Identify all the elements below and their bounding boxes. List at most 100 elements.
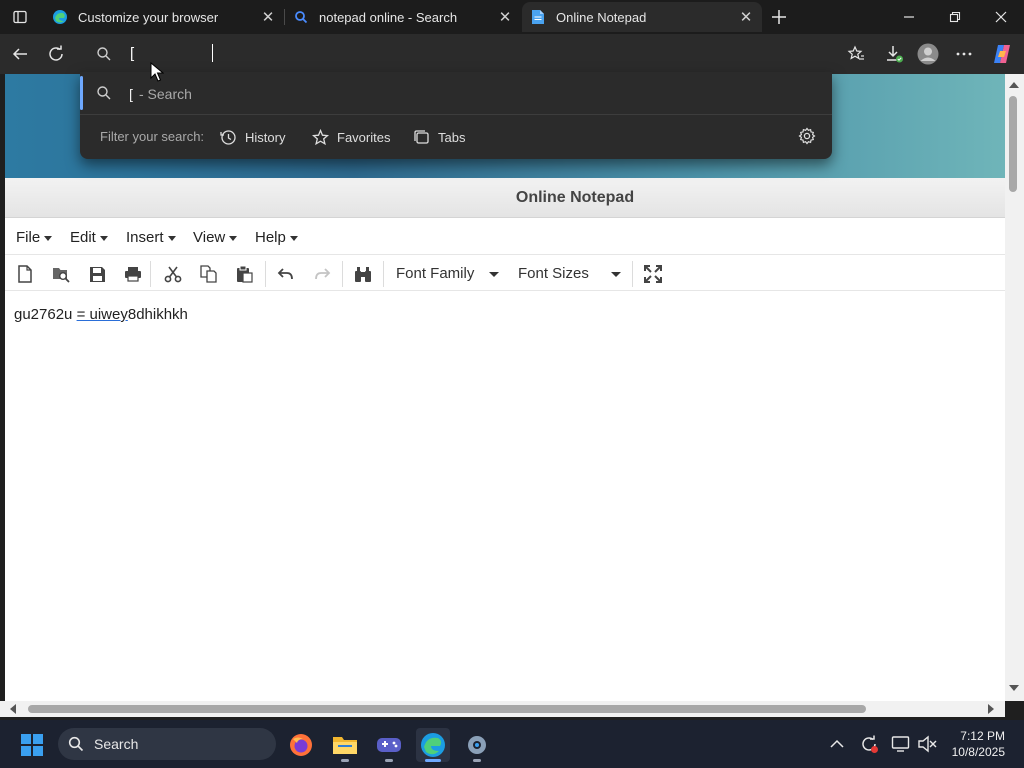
- menu-edit[interactable]: Edit: [70, 229, 108, 246]
- download-icon: [887, 46, 903, 63]
- show-hidden-icons-button[interactable]: [826, 733, 848, 755]
- save-icon: [89, 266, 105, 282]
- menu-view[interactable]: View: [193, 229, 238, 246]
- volume-tray-button[interactable]: [916, 733, 938, 755]
- running-indicator: [473, 759, 481, 762]
- save-button[interactable]: [86, 263, 108, 285]
- close-tab-icon[interactable]: ✕: [736, 7, 756, 27]
- history-icon: [220, 129, 236, 145]
- cut-button[interactable]: [162, 263, 184, 285]
- filter-history-button[interactable]: History: [220, 124, 285, 150]
- filter-tabs-button[interactable]: Tabs: [413, 124, 465, 150]
- dropdown-caret-icon: [229, 235, 238, 241]
- new-tab-button[interactable]: [766, 4, 792, 30]
- address-input[interactable]: [: [130, 45, 134, 62]
- restore-icon: [949, 11, 961, 23]
- clock-time: 7:12 PM: [960, 729, 1005, 743]
- dropdown-caret-icon: [611, 272, 621, 277]
- font-family-select[interactable]: Font Family: [396, 265, 508, 282]
- close-tab-icon[interactable]: ✕: [258, 7, 278, 27]
- taskbar-search-box[interactable]: Search: [58, 728, 276, 760]
- monitor-network-icon: [891, 736, 910, 752]
- taskbar: Search 7:12 PM 10/8/2025: [0, 720, 1024, 768]
- folder-icon: [333, 737, 357, 754]
- network-tray-button[interactable]: [890, 733, 912, 755]
- tab-actions-button[interactable]: [4, 4, 36, 30]
- scroll-right-icon[interactable]: [988, 704, 994, 714]
- mouse-cursor-icon: [150, 62, 164, 82]
- copilot-button[interactable]: [988, 40, 1016, 68]
- find-button[interactable]: [352, 263, 374, 285]
- open-file-button[interactable]: [50, 263, 72, 285]
- taskbar-game-app[interactable]: [372, 728, 406, 762]
- title-bar: Customize your browser ✕ notepad online …: [0, 0, 1024, 34]
- taskbar-edge[interactable]: [416, 728, 450, 762]
- system-clock[interactable]: 7:12 PM 10/8/2025: [945, 728, 1005, 760]
- paste-button[interactable]: [234, 263, 256, 285]
- font-size-select[interactable]: Font Sizes: [518, 265, 630, 282]
- fullscreen-button[interactable]: [642, 263, 664, 285]
- toolbar-divider: [265, 261, 266, 287]
- paste-icon: [237, 265, 253, 283]
- gamepad-icon: [377, 738, 401, 752]
- star-icon: [312, 128, 329, 145]
- address-bar[interactable]: [: [80, 36, 832, 72]
- dropdown-caret-icon: [99, 235, 108, 241]
- tab-actions-icon: [13, 10, 27, 24]
- scroll-down-icon[interactable]: [1009, 685, 1019, 691]
- menu-insert[interactable]: Insert: [126, 229, 176, 246]
- minimize-button[interactable]: [886, 0, 932, 34]
- sync-tray-button[interactable]: [858, 733, 880, 755]
- close-tab-icon[interactable]: ✕: [495, 7, 515, 27]
- plus-icon: [772, 10, 786, 24]
- firefox-icon: [290, 734, 312, 756]
- back-button[interactable]: [6, 40, 34, 68]
- new-file-button[interactable]: [14, 263, 36, 285]
- favorites-star-icon: [847, 45, 864, 60]
- horizontal-scrollbar[interactable]: [0, 701, 1005, 717]
- downloads-button[interactable]: [880, 40, 908, 68]
- running-indicator: [385, 759, 393, 762]
- tab-customize[interactable]: Customize your browser ✕: [44, 2, 284, 32]
- vertical-scrollbar[interactable]: [1005, 74, 1024, 701]
- print-button[interactable]: [122, 263, 144, 285]
- taskbar-settings[interactable]: [460, 728, 494, 762]
- tabs-icon: [414, 129, 429, 144]
- taskbar-file-explorer[interactable]: [328, 728, 362, 762]
- horizontal-scroll-thumb[interactable]: [28, 705, 866, 713]
- more-options-button[interactable]: [950, 40, 978, 68]
- close-window-button[interactable]: [978, 0, 1024, 34]
- refresh-icon: [49, 45, 63, 61]
- tab-online-notepad[interactable]: Online Notepad ✕: [522, 2, 762, 32]
- copy-icon: [200, 265, 217, 283]
- scroll-up-icon[interactable]: [1009, 82, 1019, 88]
- search-icon: [96, 85, 112, 101]
- taskbar-firefox[interactable]: [284, 728, 318, 762]
- undo-button[interactable]: [275, 263, 297, 285]
- notepad-editor[interactable]: gu2762u = uiwey8dhikhkh: [5, 292, 1005, 701]
- edge-icon: [421, 733, 445, 757]
- start-button[interactable]: [15, 728, 49, 762]
- search-settings-button[interactable]: [798, 127, 816, 145]
- running-indicator: [425, 759, 441, 762]
- page-title: Online Notepad: [5, 178, 1005, 218]
- sync-icon: [862, 735, 878, 753]
- new-file-icon: [18, 265, 32, 283]
- profile-button[interactable]: [914, 40, 942, 68]
- gear-icon: [468, 736, 486, 754]
- filter-favorites-button[interactable]: Favorites: [312, 124, 390, 150]
- restore-button[interactable]: [932, 0, 978, 34]
- scroll-left-icon[interactable]: [10, 704, 16, 714]
- suggestion-item[interactable]: [ - Search: [80, 74, 832, 112]
- close-icon: [995, 11, 1007, 23]
- copy-button[interactable]: [198, 263, 220, 285]
- menu-file[interactable]: File: [16, 229, 53, 246]
- tab-search[interactable]: notepad online - Search ✕: [285, 2, 521, 32]
- favorites-button[interactable]: [842, 40, 870, 68]
- refresh-button[interactable]: [42, 40, 70, 68]
- vertical-scroll-thumb[interactable]: [1009, 96, 1017, 192]
- menu-help[interactable]: Help: [255, 229, 298, 246]
- editor-text-line[interactable]: gu2762u = uiwey8dhikhkh: [14, 306, 188, 323]
- notepad-toolbar: Font Family Font Sizes: [5, 255, 1005, 291]
- back-arrow-icon: [12, 48, 27, 60]
